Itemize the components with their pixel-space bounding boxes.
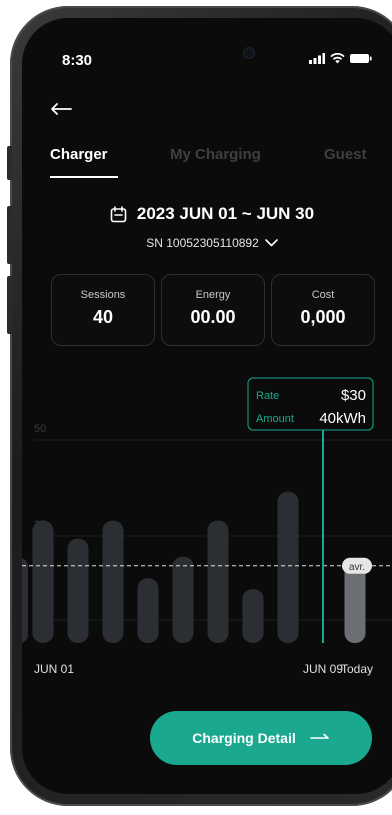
x-axis-label: JUN 01 bbox=[34, 662, 74, 676]
chart-bar bbox=[207, 520, 229, 643]
battery-icon bbox=[350, 54, 372, 63]
volume-down-button bbox=[7, 276, 12, 334]
chart-bar bbox=[242, 589, 264, 643]
charging-chart: 502510avr.Rate$30Amount40kWhJUN 01JUN 09… bbox=[22, 377, 392, 676]
chart-bar bbox=[102, 520, 124, 643]
signal-icon bbox=[309, 53, 325, 64]
chart-bar bbox=[277, 491, 299, 643]
tooltip-rate-label: Rate bbox=[256, 390, 279, 402]
status-icons bbox=[309, 53, 372, 64]
chart-bar-partial bbox=[22, 558, 28, 643]
serial-selector[interactable]: SN 10052305110892 bbox=[22, 236, 392, 250]
x-axis-label: JUN 09 bbox=[303, 662, 343, 676]
status-time: 8:30 bbox=[62, 52, 93, 69]
chart-bar bbox=[67, 538, 89, 643]
cost-label: Cost bbox=[311, 289, 335, 301]
sessions-value: 40 bbox=[92, 307, 114, 327]
tooltip-amount-value: 40kWh bbox=[319, 410, 366, 427]
mute-switch bbox=[7, 146, 12, 180]
volume-up-button bbox=[7, 206, 12, 264]
tab-charger[interactable]: Charger bbox=[50, 146, 108, 163]
sessions-card: Sessions 40 bbox=[51, 274, 155, 346]
cost-card: Cost 0,000 bbox=[271, 274, 375, 346]
tooltip-amount-label: Amount bbox=[256, 413, 294, 425]
average-label: avr. bbox=[349, 562, 365, 573]
energy-card: Energy 00.00 bbox=[161, 274, 265, 346]
calendar-icon bbox=[110, 205, 127, 222]
chart-bar bbox=[172, 556, 194, 643]
chart-bar bbox=[32, 520, 54, 643]
cost-value: 0,000 bbox=[300, 307, 346, 327]
energy-label: Energy bbox=[195, 289, 231, 301]
tab-guest[interactable]: Guest bbox=[324, 146, 367, 163]
front-camera bbox=[244, 48, 254, 58]
active-tab-indicator bbox=[50, 176, 118, 178]
tab-bar: Charger My Charging Guest bbox=[50, 146, 392, 186]
tooltip-rate-value: $30 bbox=[341, 387, 366, 404]
chart-bar bbox=[137, 578, 159, 643]
charging-detail-button[interactable]: Charging Detail bbox=[150, 711, 372, 765]
date-range-label: 2023 JUN 01 ~ JUN 30 bbox=[136, 204, 315, 223]
y-tick-label: 50 bbox=[34, 423, 46, 435]
arrow-right-icon bbox=[309, 733, 329, 739]
app-screen: 8:30 Charger My Charging Guest 2023 JUN … bbox=[22, 18, 392, 794]
wifi-icon bbox=[330, 53, 345, 64]
x-axis-label: Today bbox=[341, 662, 373, 676]
sessions-label: Sessions bbox=[80, 289, 126, 301]
date-range-selector[interactable]: 2023 JUN 01 ~ JUN 30 bbox=[22, 204, 392, 224]
chart-tooltip: Rate $30 Amount 40kWh bbox=[247, 377, 374, 431]
back-arrow-icon[interactable] bbox=[50, 102, 72, 116]
tab-my-charging[interactable]: My Charging bbox=[170, 146, 261, 163]
charging-detail-label: Charging Detail bbox=[192, 730, 296, 746]
energy-value: 00.00 bbox=[190, 307, 236, 327]
serial-number: SN 10052305110892 bbox=[146, 236, 259, 250]
bar-today bbox=[344, 563, 366, 643]
chevron-down-icon bbox=[264, 239, 278, 247]
